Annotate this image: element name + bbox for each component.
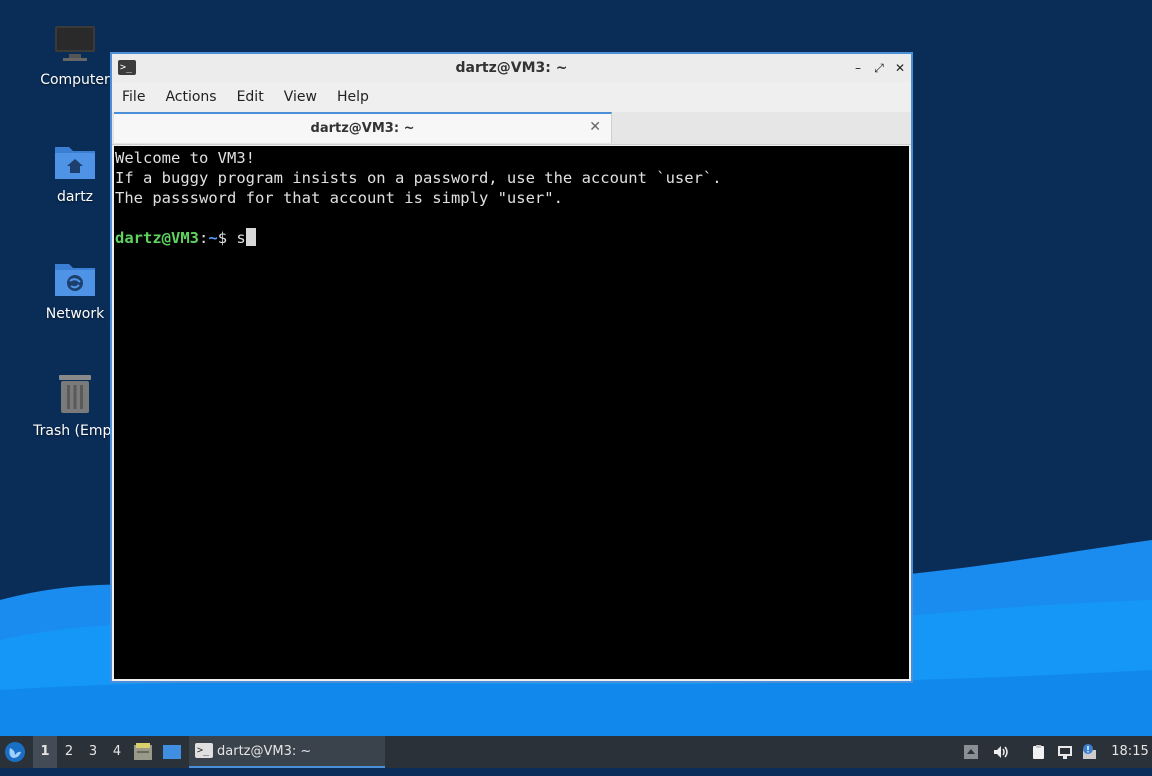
prompt-user: dartz@VM3 — [115, 229, 199, 247]
tab-terminal[interactable]: dartz@VM3: ~ ✕ — [114, 112, 612, 143]
lxqt-logo-icon — [5, 742, 25, 762]
network-folder-icon — [51, 254, 99, 302]
window-title: dartz@VM3: ~ — [455, 60, 568, 76]
menu-bar: File Actions Edit View Help — [112, 82, 911, 112]
network-status-icon[interactable] — [1057, 744, 1073, 760]
terminal-icon: >_ — [195, 743, 213, 758]
file-manager-launcher[interactable] — [133, 736, 155, 768]
taskbar: 1 2 3 4 >_ dartz@VM3: ~ 18:15 — [0, 736, 1152, 768]
close-button[interactable]: ✕ — [891, 59, 909, 77]
workspace-1[interactable]: 1 — [33, 736, 57, 768]
desktop-icon — [163, 745, 181, 759]
tab-label: dartz@VM3: ~ — [310, 121, 415, 136]
tray-expand-icon[interactable] — [963, 744, 979, 760]
menu-help[interactable]: Help — [327, 82, 379, 112]
terminal-prompt-line[interactable]: dartz@VM3:~$ s — [115, 228, 909, 248]
terminal-output[interactable]: Welcome to VM3! If a buggy program insis… — [114, 146, 909, 679]
start-menu-button[interactable] — [4, 736, 30, 768]
trash-icon — [51, 371, 99, 419]
computer-icon — [51, 20, 99, 68]
menu-actions[interactable]: Actions — [155, 82, 226, 112]
terminal-line: The passsword for that account is simply… — [115, 189, 563, 207]
menu-view[interactable]: View — [274, 82, 327, 112]
tab-close-icon[interactable]: ✕ — [589, 119, 601, 135]
window-titlebar[interactable]: >_ dartz@VM3: ~ – ⤢ ✕ — [112, 54, 911, 83]
taskbar-task-terminal[interactable]: >_ dartz@VM3: ~ — [189, 736, 385, 768]
task-label: dartz@VM3: ~ — [217, 744, 312, 759]
workspace-2[interactable]: 2 — [57, 736, 81, 768]
show-desktop-button[interactable] — [162, 736, 184, 768]
text-cursor — [245, 228, 256, 246]
terminal-line: If a buggy program insists on a password… — [115, 169, 722, 187]
prompt-symbol: $ — [217, 229, 237, 247]
workspace-3[interactable]: 3 — [81, 736, 105, 768]
prompt-path: ~ — [208, 229, 218, 247]
menu-edit[interactable]: Edit — [227, 82, 274, 112]
command-input[interactable]: s — [236, 229, 245, 247]
terminal-line: Welcome to VM3! — [115, 149, 255, 167]
clock[interactable]: 18:15 — [1110, 736, 1150, 768]
terminal-window[interactable]: >_ dartz@VM3: ~ – ⤢ ✕ File Actions Edit Vie… — [110, 52, 913, 683]
notification-icon[interactable] — [1081, 744, 1097, 760]
home-folder-icon — [51, 137, 99, 185]
file-manager-icon — [134, 743, 152, 760]
volume-icon[interactable] — [992, 744, 1008, 760]
tab-bar: dartz@VM3: ~ ✕ — [112, 112, 911, 145]
menu-file[interactable]: File — [112, 82, 155, 112]
maximize-button[interactable]: ⤢ — [870, 59, 888, 77]
prompt-separator: : — [199, 229, 209, 247]
clipboard-icon[interactable] — [1030, 744, 1046, 760]
workspace-4[interactable]: 4 — [105, 736, 129, 768]
minimize-button[interactable]: – — [849, 59, 867, 77]
